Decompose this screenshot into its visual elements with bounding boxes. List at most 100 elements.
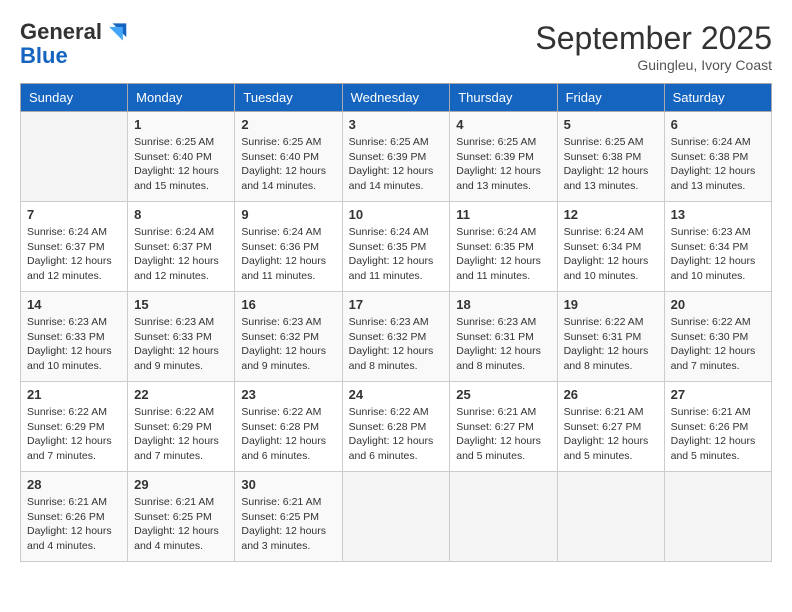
- calendar-cell: [557, 472, 664, 562]
- day-number: 20: [671, 297, 765, 312]
- day-number: 21: [27, 387, 121, 402]
- day-info: Sunrise: 6:24 AM Sunset: 6:35 PM Dayligh…: [456, 225, 550, 284]
- day-number: 3: [349, 117, 444, 132]
- logo-text-blue: Blue: [20, 44, 128, 68]
- calendar-cell: 1 Sunrise: 6:25 AM Sunset: 6:40 PM Daylig…: [128, 112, 235, 202]
- day-number: 4: [456, 117, 550, 132]
- header-monday: Monday: [128, 84, 235, 112]
- calendar-cell: 7 Sunrise: 6:24 AM Sunset: 6:37 PM Daylig…: [21, 202, 128, 292]
- header-saturday: Saturday: [664, 84, 771, 112]
- location-subtitle: Guingleu, Ivory Coast: [535, 57, 772, 73]
- day-info: Sunrise: 6:25 AM Sunset: 6:40 PM Dayligh…: [134, 135, 228, 194]
- day-number: 30: [241, 477, 335, 492]
- logo-text-general: General: [20, 20, 102, 44]
- day-info: Sunrise: 6:23 AM Sunset: 6:34 PM Dayligh…: [671, 225, 765, 284]
- day-number: 22: [134, 387, 228, 402]
- calendar-week-row: 14 Sunrise: 6:23 AM Sunset: 6:33 PM Dayli…: [21, 292, 772, 382]
- calendar-cell: 12 Sunrise: 6:24 AM Sunset: 6:34 PM Dayli…: [557, 202, 664, 292]
- day-info: Sunrise: 6:21 AM Sunset: 6:25 PM Dayligh…: [134, 495, 228, 554]
- day-info: Sunrise: 6:24 AM Sunset: 6:35 PM Dayligh…: [349, 225, 444, 284]
- day-info: Sunrise: 6:22 AM Sunset: 6:30 PM Dayligh…: [671, 315, 765, 374]
- day-number: 8: [134, 207, 228, 222]
- title-block: September 2025 Guingleu, Ivory Coast: [535, 20, 772, 73]
- day-number: 26: [564, 387, 658, 402]
- calendar-cell: 26 Sunrise: 6:21 AM Sunset: 6:27 PM Dayli…: [557, 382, 664, 472]
- calendar-week-row: 28 Sunrise: 6:21 AM Sunset: 6:26 PM Dayli…: [21, 472, 772, 562]
- calendar-cell: 10Sunrise: 6:24 AM Sunset: 6:35 PM Dayli…: [342, 202, 450, 292]
- calendar-week-row: 1 Sunrise: 6:25 AM Sunset: 6:40 PM Daylig…: [21, 112, 772, 202]
- calendar-cell: 29 Sunrise: 6:21 AM Sunset: 6:25 PM Dayli…: [128, 472, 235, 562]
- calendar-cell: 21 Sunrise: 6:22 AM Sunset: 6:29 PM Dayli…: [21, 382, 128, 472]
- calendar-cell: [21, 112, 128, 202]
- day-number: 15: [134, 297, 228, 312]
- day-number: 18: [456, 297, 550, 312]
- day-info: Sunrise: 6:24 AM Sunset: 6:34 PM Dayligh…: [564, 225, 658, 284]
- day-info: Sunrise: 6:24 AM Sunset: 6:37 PM Dayligh…: [27, 225, 121, 284]
- day-number: 1: [134, 117, 228, 132]
- day-number: 17: [349, 297, 444, 312]
- day-info: Sunrise: 6:24 AM Sunset: 6:38 PM Dayligh…: [671, 135, 765, 194]
- calendar-cell: 19 Sunrise: 6:22 AM Sunset: 6:31 PM Dayli…: [557, 292, 664, 382]
- day-number: 27: [671, 387, 765, 402]
- calendar-week-row: 21 Sunrise: 6:22 AM Sunset: 6:29 PM Dayli…: [21, 382, 772, 472]
- calendar-cell: 28 Sunrise: 6:21 AM Sunset: 6:26 PM Dayli…: [21, 472, 128, 562]
- day-info: Sunrise: 6:22 AM Sunset: 6:29 PM Dayligh…: [134, 405, 228, 464]
- calendar-table: SundayMondayTuesdayWednesdayThursdayFrid…: [20, 83, 772, 562]
- day-number: 5: [564, 117, 658, 132]
- day-number: 12: [564, 207, 658, 222]
- day-info: Sunrise: 6:21 AM Sunset: 6:26 PM Dayligh…: [27, 495, 121, 554]
- calendar-cell: 20 Sunrise: 6:22 AM Sunset: 6:30 PM Dayli…: [664, 292, 771, 382]
- page-header: General Blue September 2025 Guingleu, Iv…: [20, 20, 772, 73]
- day-info: Sunrise: 6:21 AM Sunset: 6:27 PM Dayligh…: [564, 405, 658, 464]
- day-info: Sunrise: 6:22 AM Sunset: 6:28 PM Dayligh…: [241, 405, 335, 464]
- calendar-cell: 11 Sunrise: 6:24 AM Sunset: 6:35 PM Dayli…: [450, 202, 557, 292]
- header-wednesday: Wednesday: [342, 84, 450, 112]
- day-number: 2: [241, 117, 335, 132]
- calendar-cell: 18Sunrise: 6:23 AM Sunset: 6:31 PM Dayli…: [450, 292, 557, 382]
- day-info: Sunrise: 6:25 AM Sunset: 6:39 PM Dayligh…: [349, 135, 444, 194]
- day-info: Sunrise: 6:21 AM Sunset: 6:27 PM Dayligh…: [456, 405, 550, 464]
- calendar-cell: 25 Sunrise: 6:21 AM Sunset: 6:27 PM Dayli…: [450, 382, 557, 472]
- calendar-cell: 22 Sunrise: 6:22 AM Sunset: 6:29 PM Dayli…: [128, 382, 235, 472]
- day-info: Sunrise: 6:24 AM Sunset: 6:36 PM Dayligh…: [241, 225, 335, 284]
- header-tuesday: Tuesday: [235, 84, 342, 112]
- day-info: Sunrise: 6:22 AM Sunset: 6:28 PM Dayligh…: [349, 405, 444, 464]
- calendar-cell: [342, 472, 450, 562]
- day-number: 29: [134, 477, 228, 492]
- day-number: 16: [241, 297, 335, 312]
- day-info: Sunrise: 6:22 AM Sunset: 6:29 PM Dayligh…: [27, 405, 121, 464]
- header-sunday: Sunday: [21, 84, 128, 112]
- logo: General Blue: [20, 20, 128, 68]
- calendar-cell: [450, 472, 557, 562]
- day-info: Sunrise: 6:22 AM Sunset: 6:31 PM Dayligh…: [564, 315, 658, 374]
- month-title: September 2025: [535, 20, 772, 57]
- day-info: Sunrise: 6:25 AM Sunset: 6:40 PM Dayligh…: [241, 135, 335, 194]
- calendar-cell: 24 Sunrise: 6:22 AM Sunset: 6:28 PM Dayli…: [342, 382, 450, 472]
- calendar-cell: 23 Sunrise: 6:22 AM Sunset: 6:28 PM Dayli…: [235, 382, 342, 472]
- day-number: 25: [456, 387, 550, 402]
- logo-icon: [104, 20, 128, 44]
- calendar-week-row: 7 Sunrise: 6:24 AM Sunset: 6:37 PM Daylig…: [21, 202, 772, 292]
- day-info: Sunrise: 6:23 AM Sunset: 6:33 PM Dayligh…: [27, 315, 121, 374]
- day-number: 11: [456, 207, 550, 222]
- day-info: Sunrise: 6:23 AM Sunset: 6:33 PM Dayligh…: [134, 315, 228, 374]
- day-info: Sunrise: 6:23 AM Sunset: 6:32 PM Dayligh…: [241, 315, 335, 374]
- day-info: Sunrise: 6:24 AM Sunset: 6:37 PM Dayligh…: [134, 225, 228, 284]
- day-number: 28: [27, 477, 121, 492]
- day-info: Sunrise: 6:23 AM Sunset: 6:32 PM Dayligh…: [349, 315, 444, 374]
- day-info: Sunrise: 6:25 AM Sunset: 6:38 PM Dayligh…: [564, 135, 658, 194]
- day-number: 14: [27, 297, 121, 312]
- day-number: 7: [27, 207, 121, 222]
- calendar-cell: 14 Sunrise: 6:23 AM Sunset: 6:33 PM Dayli…: [21, 292, 128, 382]
- calendar-cell: 6Sunrise: 6:24 AM Sunset: 6:38 PM Daylig…: [664, 112, 771, 202]
- day-number: 24: [349, 387, 444, 402]
- day-number: 19: [564, 297, 658, 312]
- calendar-cell: 15 Sunrise: 6:23 AM Sunset: 6:33 PM Dayli…: [128, 292, 235, 382]
- header-thursday: Thursday: [450, 84, 557, 112]
- calendar-cell: 27Sunrise: 6:21 AM Sunset: 6:26 PM Dayli…: [664, 382, 771, 472]
- day-number: 23: [241, 387, 335, 402]
- calendar-cell: 16 Sunrise: 6:23 AM Sunset: 6:32 PM Dayli…: [235, 292, 342, 382]
- header-friday: Friday: [557, 84, 664, 112]
- day-info: Sunrise: 6:21 AM Sunset: 6:25 PM Dayligh…: [241, 495, 335, 554]
- calendar-cell: 5 Sunrise: 6:25 AM Sunset: 6:38 PM Daylig…: [557, 112, 664, 202]
